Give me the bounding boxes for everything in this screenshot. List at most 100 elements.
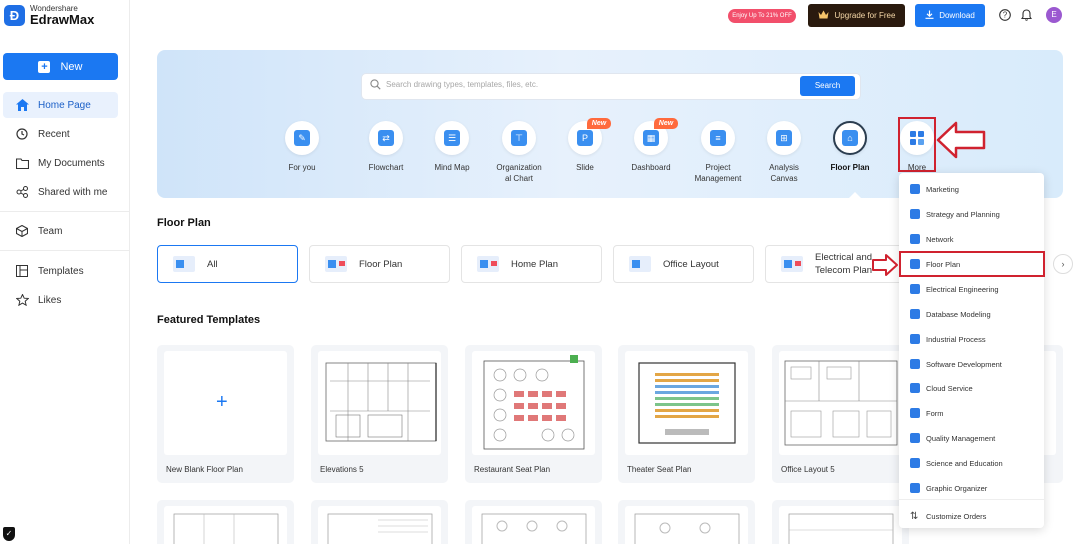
menu-item-electrical-engineering[interactable]: Electrical Engineering [899,277,1044,301]
template-card[interactable] [157,500,294,544]
template-card-theater-seat-plan[interactable]: Theater Seat Plan [618,345,755,483]
template-thumbnail [318,351,441,455]
flowchart-icon: ⇄ [369,121,403,155]
menu-item-strategy-and-planning[interactable]: Strategy and Planning [899,202,1044,226]
template-card[interactable] [465,500,602,544]
menu-item-marketing[interactable]: Marketing [899,177,1044,201]
template-thumbnail [625,351,748,455]
plus-icon: + [38,60,51,73]
all-thumbnail-icon [173,256,195,272]
download-label: Download [939,11,975,20]
menu-item-industrial-process[interactable]: Industrial Process [899,327,1044,351]
floor-plan-icon: ⌂ [833,121,867,155]
category-for-you[interactable]: ✎ For you [272,121,332,173]
analysis-icon: ⊞ [767,121,801,155]
sidebar-item-templates[interactable]: Templates [3,258,118,284]
download-button[interactable]: Download [915,4,985,27]
filter-home-plan[interactable]: Home Plan [461,245,602,283]
folder-icon [15,156,29,170]
category-organizational-chart[interactable]: ⊤ Organization al Chart [489,121,549,184]
marketing-icon [910,184,920,194]
new-badge: New [654,118,678,129]
security-shield-icon[interactable]: ✓ [3,527,15,541]
menu-item-software-development[interactable]: Software Development [899,352,1044,376]
new-button[interactable]: + New [3,53,118,80]
template-thumbnail [625,506,748,544]
menu-item-network[interactable]: Network [899,227,1044,251]
sidebar-item-recent[interactable]: Recent [3,121,118,147]
template-card-elevations-5[interactable]: Elevations 5 [311,345,448,483]
upgrade-button[interactable]: Upgrade for Free [808,4,905,27]
menu-item-cloud-service[interactable]: Cloud Service [899,376,1044,400]
filter-label: Floor Plan [359,258,403,270]
menu-item-quality-management[interactable]: Quality Management [899,426,1044,450]
sidebar-item-team[interactable]: Team [3,218,118,244]
template-thumbnail [164,506,287,544]
mind-map-icon: ☰ [435,121,469,155]
floor-plan-thumbnail-icon [325,256,347,272]
category-label: Project Management [694,163,742,183]
template-card[interactable] [772,500,909,544]
filter-all[interactable]: All [157,245,298,283]
promo-badge[interactable]: Enjoy Up To 21% OFF [728,9,796,23]
menu-item-science-and-education[interactable]: Science and Education [899,451,1044,475]
template-card[interactable] [311,500,448,544]
sidebar-divider [0,250,130,251]
menu-item-customize-orders[interactable]: ⇅ Customize Orders [899,504,1044,528]
floor-plan-tab-pointer [848,192,862,199]
category-mind-map[interactable]: ☰ Mind Map [422,121,482,173]
sidebar-item-label: Recent [38,128,70,140]
app-logo[interactable]: Ð Wondershare EdrawMax [4,4,94,26]
search-input[interactable] [386,80,786,89]
star-icon [15,293,29,307]
sidebar-item-label: Likes [38,294,62,306]
menu-item-form[interactable]: Form [899,401,1044,425]
template-card-restaurant-seat-plan[interactable]: Restaurant Seat Plan [465,345,602,483]
category-floor-plan[interactable]: ⌂ Floor Plan [820,121,880,173]
search-button[interactable]: Search [800,76,855,96]
menu-item-graphic-organizer[interactable]: Graphic Organizer [899,476,1044,500]
quality-icon [910,433,920,443]
sidebar-item-my-documents[interactable]: My Documents [3,150,118,176]
search-bar[interactable] [361,73,861,100]
cloud-icon [910,383,920,393]
featured-title: Featured Templates [157,314,261,326]
bell-icon[interactable] [1020,9,1033,22]
template-card-office-layout-5[interactable]: Office Layout 5 [772,345,909,483]
template-card[interactable] [618,500,755,544]
strategy-icon [910,209,920,219]
plus-icon: + [216,391,228,413]
menu-item-label: Marketing [926,184,959,194]
template-card-new-blank-floor-plan[interactable]: + New Blank Floor Plan [157,345,294,483]
category-project-management[interactable]: ≡ Project Management [688,121,748,184]
sidebar-item-label: Team [38,225,63,237]
category-label: Analysis Canvas [769,163,799,183]
menu-item-label: Industrial Process [926,334,986,344]
category-flowchart[interactable]: ⇄ Flowchart [356,121,416,173]
sidebar-item-home-page[interactable]: Home Page [3,92,118,118]
sidebar-item-likes[interactable]: Likes [3,287,118,313]
template-thumbnail [779,506,902,544]
filter-label: All [207,258,218,270]
more-dropdown-menu: Marketing Strategy and Planning Network … [899,173,1044,528]
help-icon[interactable]: ? [998,9,1011,22]
scroll-right-button[interactable]: › [1053,254,1073,274]
category-slide[interactable]: P New Slide [555,118,615,173]
filter-office-layout[interactable]: Office Layout [613,245,754,283]
category-analysis-canvas[interactable]: ⊞ Analysis Canvas [754,121,814,184]
org-chart-icon: ⊤ [502,121,536,155]
sidebar-item-shared-with-me[interactable]: Shared with me [3,179,118,205]
office-layout-thumbnail-icon [629,256,651,272]
menu-item-label: Quality Management [926,433,996,443]
user-avatar[interactable]: E [1046,7,1062,23]
menu-item-label: Customize Orders [926,511,987,521]
category-label: Flowchart [368,163,404,172]
filter-label: Office Layout [663,258,719,270]
filter-floor-plan[interactable]: Floor Plan [309,245,450,283]
templates-icon [15,264,29,278]
sidebar-item-label: Shared with me [38,186,108,198]
category-dashboard[interactable]: ▦ New Dashboard [621,118,681,173]
template-thumbnail [472,506,595,544]
menu-item-database-modeling[interactable]: Database Modeling [899,302,1044,326]
sidebar-item-label: My Documents [38,157,105,169]
